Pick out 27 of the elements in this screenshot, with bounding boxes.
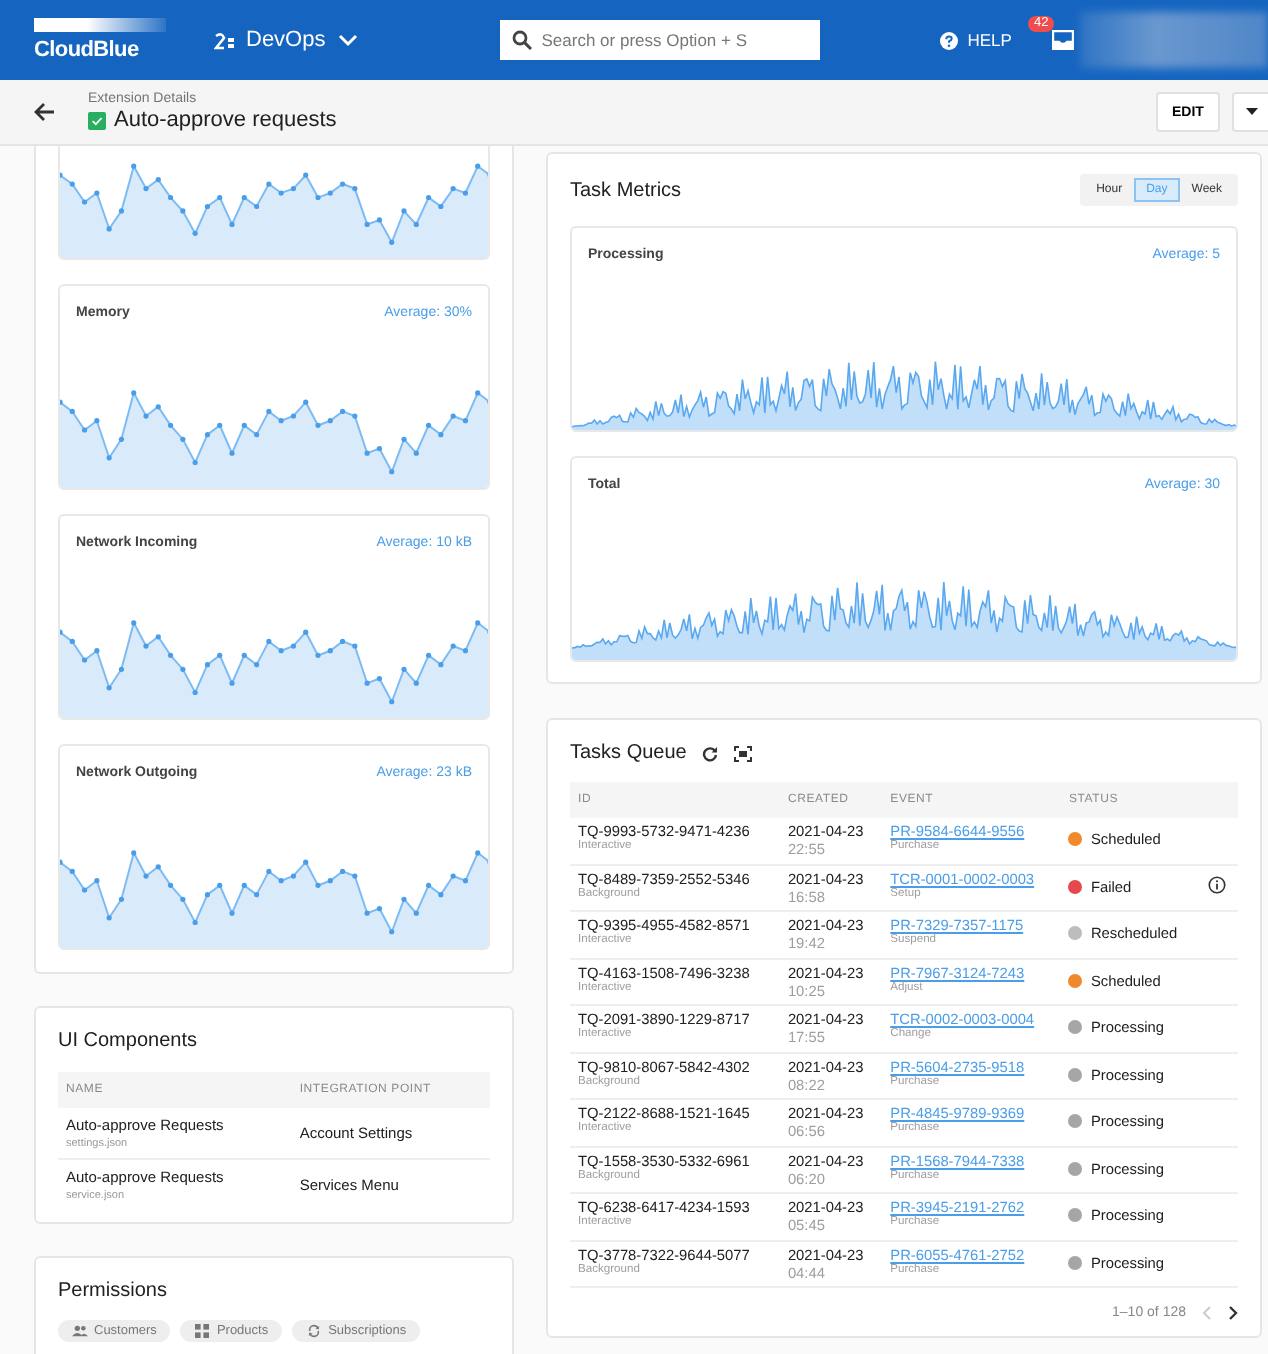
caret-icon <box>1245 108 1257 116</box>
search-icon <box>511 30 532 50</box>
info-icon[interactable] <box>1207 876 1226 895</box>
expand-icon[interactable] <box>734 745 753 761</box>
next-page-button[interactable] <box>1228 1306 1238 1320</box>
brand-logo[interactable]: CloudBlue <box>34 38 166 62</box>
card-title: Tasks Queue <box>570 742 687 764</box>
chevron-down-icon <box>335 32 360 48</box>
page-title: Auto-approve requests <box>114 108 337 132</box>
people-icon <box>72 1324 88 1338</box>
workspace-switcher[interactable]: DevOps <box>214 28 360 52</box>
card-title: UI Components <box>58 1030 199 1052</box>
back-button[interactable] <box>34 102 56 122</box>
grid-icon <box>194 1324 211 1338</box>
card-title: Permissions <box>58 1280 169 1302</box>
search-field[interactable]: Search or press Option + S <box>499 20 820 60</box>
inbox-button[interactable] <box>1051 30 1074 50</box>
workspace-icon <box>214 31 236 49</box>
help-icon <box>939 31 958 49</box>
refresh-icon[interactable] <box>702 745 719 761</box>
card-title: Task Metrics <box>570 179 682 201</box>
inbox-icon <box>1051 30 1074 50</box>
help-button[interactable]: HELP <box>939 30 1012 50</box>
logo-bar <box>34 18 166 32</box>
more-button[interactable] <box>1232 92 1268 132</box>
sync-icon <box>306 1324 323 1338</box>
check-icon <box>88 111 106 129</box>
